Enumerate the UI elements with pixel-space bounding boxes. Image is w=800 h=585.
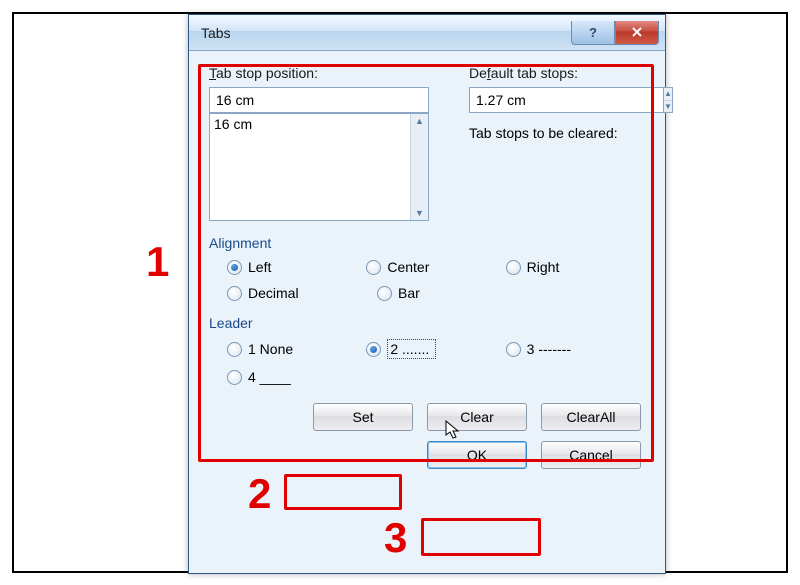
radio-label: 1 None bbox=[248, 341, 293, 357]
ok-button[interactable]: OK bbox=[427, 441, 527, 469]
clear-all-button[interactable]: Clear All bbox=[541, 403, 641, 431]
annotation-number-1: 1 bbox=[146, 238, 169, 286]
leader-4-underline-radio[interactable]: 4 ____ bbox=[227, 369, 377, 385]
listbox-scrollbar[interactable]: ▲ ▼ bbox=[410, 114, 428, 220]
dialog-body: Tab stop position: 16 cm ▲ ▼ Default tab… bbox=[189, 51, 665, 573]
scroll-down-icon[interactable]: ▼ bbox=[415, 206, 424, 220]
leader-3-dashes-radio[interactable]: 3 ------- bbox=[506, 339, 645, 359]
default-tabstops-input[interactable] bbox=[469, 87, 664, 113]
radio-icon bbox=[366, 260, 381, 275]
radio-icon bbox=[377, 286, 392, 301]
dialog-title: Tabs bbox=[201, 25, 231, 41]
action-row-2: OK Cancel bbox=[209, 441, 645, 469]
titlebar[interactable]: Tabs ? bbox=[189, 15, 665, 51]
radio-icon bbox=[227, 260, 242, 275]
cancel-button[interactable]: Cancel bbox=[541, 441, 641, 469]
set-button[interactable]: Set bbox=[313, 403, 413, 431]
close-button[interactable] bbox=[615, 21, 659, 45]
radio-label: Bar bbox=[398, 285, 420, 301]
default-tabstops-label: Default tab stops: bbox=[469, 65, 649, 81]
radio-label: 2 ....... bbox=[387, 339, 436, 359]
leader-1-none-radio[interactable]: 1 None bbox=[227, 339, 366, 359]
clear-button[interactable]: Clear bbox=[427, 403, 527, 431]
leader-2-dots-radio[interactable]: 2 ....... bbox=[366, 339, 505, 359]
tabstops-cleared-label: Tab stops to be cleared: bbox=[469, 125, 649, 141]
tabstop-list[interactable]: 16 cm ▲ ▼ bbox=[209, 113, 429, 221]
radio-label: Right bbox=[527, 259, 560, 275]
radio-icon bbox=[227, 370, 242, 385]
radio-icon bbox=[506, 260, 521, 275]
radio-icon bbox=[366, 342, 381, 357]
alignment-left-radio[interactable]: Left bbox=[227, 259, 366, 275]
alignment-right-radio[interactable]: Right bbox=[506, 259, 645, 275]
radio-icon bbox=[227, 342, 242, 357]
radio-label: 3 ------- bbox=[527, 341, 571, 357]
close-icon bbox=[631, 26, 643, 38]
alignment-title: Alignment bbox=[209, 235, 645, 251]
radio-label: Decimal bbox=[248, 285, 299, 301]
radio-label: Left bbox=[248, 259, 271, 275]
default-tabstops-spinner[interactable]: ▲ ▼ bbox=[469, 87, 649, 113]
tabstop-position-input[interactable] bbox=[209, 87, 429, 113]
tabstop-position-label: Tab stop position: bbox=[209, 65, 429, 81]
alignment-decimal-radio[interactable]: Decimal bbox=[227, 285, 377, 301]
leader-title: Leader bbox=[209, 315, 645, 331]
radio-icon bbox=[506, 342, 521, 357]
alignment-bar-radio[interactable]: Bar bbox=[377, 285, 527, 301]
radio-label: 4 ____ bbox=[248, 369, 291, 385]
image-frame: Tabs ? Tab stop position: 16 cm bbox=[12, 12, 788, 573]
spinner-up-icon[interactable]: ▲ bbox=[664, 88, 672, 101]
radio-icon bbox=[227, 286, 242, 301]
alignment-group: Alignment Left Center Right bbox=[209, 235, 645, 301]
list-item[interactable]: 16 cm bbox=[214, 116, 424, 132]
tabs-dialog: Tabs ? Tab stop position: 16 cm bbox=[188, 14, 666, 574]
scroll-up-icon[interactable]: ▲ bbox=[415, 114, 424, 128]
help-button[interactable]: ? bbox=[571, 21, 615, 45]
spinner-down-icon[interactable]: ▼ bbox=[664, 101, 672, 113]
radio-label: Center bbox=[387, 259, 429, 275]
leader-group: Leader 1 None 2 ....... 3 ------- bbox=[209, 315, 645, 385]
action-row-1: Set Clear Clear All bbox=[209, 403, 645, 431]
alignment-center-radio[interactable]: Center bbox=[366, 259, 505, 275]
